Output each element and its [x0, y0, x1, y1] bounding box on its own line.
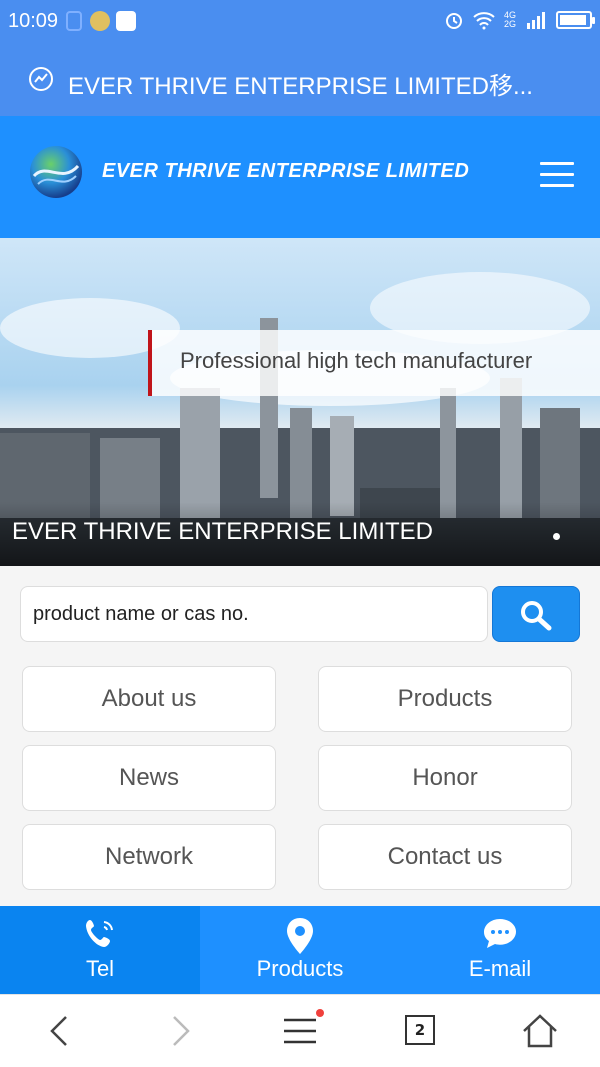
phone-icon — [86, 920, 113, 947]
nav-products-button[interactable]: Products — [318, 666, 572, 732]
contact-bar: Tel Products E-mail — [0, 906, 600, 994]
browser-title-bar: EVER THRIVE ENTERPRISE LIMITED移... — [0, 42, 600, 116]
tel-label: Tel — [85, 956, 115, 981]
search-input[interactable] — [20, 586, 488, 642]
notification-icon-3 — [116, 11, 136, 31]
search-button[interactable] — [492, 586, 580, 642]
alarm-icon — [446, 13, 462, 29]
signal-icon — [527, 12, 545, 29]
menu-notification-dot — [316, 1009, 324, 1017]
nav-network-button[interactable]: Network — [22, 824, 276, 890]
hamburger-icon-line — [540, 162, 574, 165]
tagline-box: Professional high tech manufacturer — [148, 330, 600, 396]
search-icon — [521, 601, 552, 631]
notification-icon-2 — [90, 11, 110, 31]
browser-bottom-nav: 2 — [0, 994, 600, 1067]
menu-icon[interactable] — [280, 1011, 320, 1051]
nav-news-button[interactable]: News — [22, 745, 276, 811]
banner-caption: EVER THRIVE ENTERPRISE LIMITED — [12, 518, 433, 545]
site-globe-icon — [29, 67, 53, 91]
status-time: 10:09 — [8, 10, 59, 32]
location-pin-icon — [287, 918, 313, 954]
tabs-button[interactable]: 2 — [405, 1015, 435, 1045]
status-bar: 10:09 4G 2G — [0, 0, 600, 42]
wifi-icon — [473, 12, 495, 30]
nav-contact-us-button[interactable]: Contact us — [318, 824, 572, 890]
brand-name: EVER THRIVE ENTERPRISE LIMITED — [102, 160, 470, 182]
hamburger-icon-line — [540, 184, 574, 187]
nav-honor-button[interactable]: Honor — [318, 745, 572, 811]
hamburger-icon-line — [540, 173, 574, 176]
company-logo[interactable] — [28, 144, 84, 200]
products-label: Products — [256, 956, 344, 981]
network-type: 4G 2G — [504, 10, 517, 29]
forward-arrow-icon[interactable] — [160, 1011, 200, 1051]
chat-bubble-icon — [484, 919, 516, 948]
email-label: E-mail — [468, 956, 532, 981]
page-title: EVER THRIVE ENTERPRISE LIMITED移... — [68, 73, 533, 100]
banner-tagline: Professional high tech manufacturer — [180, 348, 533, 373]
battery-icon — [556, 11, 595, 29]
notification-icon-1 — [66, 11, 82, 31]
back-arrow-icon[interactable] — [40, 1011, 80, 1051]
home-icon[interactable] — [520, 1011, 560, 1051]
hamburger-menu-button[interactable] — [540, 162, 574, 190]
email-button[interactable]: E-mail — [400, 906, 600, 994]
hero-banner[interactable]: Professional high tech manufacturer EVER… — [0, 238, 600, 566]
carousel-indicator-dot[interactable] — [553, 533, 560, 540]
tel-button[interactable]: Tel — [0, 906, 200, 994]
site-header: EVER THRIVE ENTERPRISE LIMITED — [0, 116, 600, 238]
nav-about-us-button[interactable]: About us — [22, 666, 276, 732]
products-location-button[interactable]: Products — [200, 906, 400, 994]
